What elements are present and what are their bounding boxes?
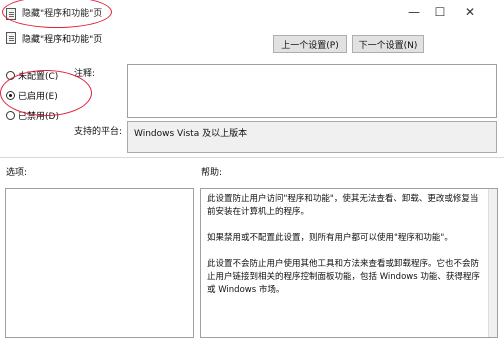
platform-label: 支持的平台:: [74, 127, 123, 137]
close-icon[interactable]: ✕: [458, 3, 482, 21]
help-label: 帮助:: [201, 168, 223, 178]
help-panel: 此设置防止用户访问"程序和功能"，使其无法查看、卸载、更改或修复当前安装在计算机…: [200, 188, 498, 338]
radio-disabled-circle[interactable]: [6, 111, 15, 120]
setting-icon: [6, 32, 16, 44]
help-paragraph: 如果禁用或不配置此设置，则所有用户都可以使用"程序和功能"。: [207, 233, 453, 243]
platform-field: Windows Vista 及以上版本: [127, 121, 497, 153]
policy-name: 隐藏"程序和功能"页: [22, 35, 103, 45]
help-text: 此设置防止用户访问"程序和功能"，使其无法查看、卸载、更改或修复当前安装在计算机…: [201, 189, 497, 314]
options-panel: [5, 188, 194, 338]
minimize-icon[interactable]: —: [402, 3, 426, 21]
platform-value: Windows Vista 及以上版本: [134, 129, 248, 139]
help-paragraph: 此设置防止用户访问"程序和功能"，使其无法查看、卸载、更改或修复当前安装在计算机…: [207, 194, 479, 217]
next-setting-button[interactable]: 下一个设置(N): [352, 35, 424, 53]
help-paragraph: 此设置不会防止用户使用其他工具和方法来查看或卸载程序。它也不会防止用户链接到相关…: [207, 259, 480, 295]
section-divider: [0, 157, 504, 158]
previous-setting-button[interactable]: 上一个设置(P): [273, 35, 347, 53]
help-scrollbar[interactable]: [488, 189, 497, 337]
options-label: 选项:: [6, 168, 28, 178]
maximize-icon[interactable]: ☐: [428, 3, 452, 21]
annotation-circle-enabled: [0, 70, 92, 116]
comment-textarea[interactable]: [127, 64, 497, 118]
